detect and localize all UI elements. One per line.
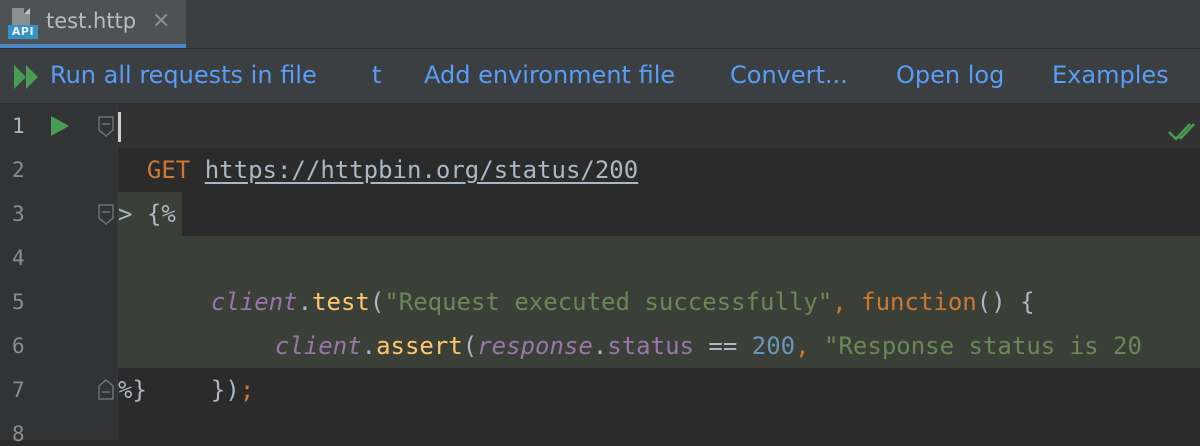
open-log-button[interactable]: Open log [896,61,1004,89]
line-number: 2 [12,158,25,182]
status-number: 200 [751,332,796,360]
line-number: 8 [12,422,25,446]
editor-tab-bar: API test.http ✕ [0,0,1200,49]
tab-title: test.http [46,9,137,33]
line-number: 5 [12,290,25,314]
dot: . [592,332,608,360]
check-icon [1168,123,1195,141]
convert-button[interactable]: Convert... [730,61,848,89]
code-line-3[interactable]: > {% [118,192,176,236]
http-method: GET [146,156,191,184]
code-line-4[interactable]: client.test("Request executed successful… [182,236,1035,316]
response-object: response [477,332,593,360]
code-line-5[interactable]: client.assert(response.status == 200, "R… [246,280,1142,360]
fold-icon[interactable] [97,378,115,400]
assert-message-string: "Response status is 20 [824,332,1142,360]
code-line-7[interactable]: %} [118,368,147,412]
line-number: 4 [12,246,25,270]
active-tab-indicator [0,44,186,48]
fold-icon[interactable] [97,116,115,138]
paren: ( [462,332,478,360]
run-all-requests-button[interactable]: Run all requests in file [50,61,317,89]
fold-icon[interactable] [97,204,115,226]
close-brackets: }) [210,376,240,404]
examples-button[interactable]: Examples [1052,61,1169,89]
tab-test-http[interactable]: API test.http ✕ [0,0,186,48]
line-number: 6 [12,334,25,358]
dot: . [361,332,377,360]
add-environment-file-button[interactable]: Add environment file [424,61,675,89]
api-icon-label: API [8,25,38,39]
http-client-toolbar: Run all requests in file t Add environme… [0,49,1200,104]
semicolon: ; [239,376,255,404]
double-play-icon[interactable] [13,64,41,90]
code-line-1[interactable]: GET https://httpbin.org/status/200 [118,104,638,184]
equality-operator: == [693,332,752,360]
line-number: 3 [12,202,25,226]
assert-function: assert [376,332,463,360]
api-file-icon: API [8,8,38,39]
text-caret [118,112,121,142]
request-url[interactable]: https://httpbin.org/status/200 [205,156,638,184]
status-property: status [607,332,694,360]
client-object: client [274,332,362,360]
t-button[interactable]: t [372,61,381,89]
close-icon[interactable]: ✕ [152,9,170,34]
line-number: 7 [12,378,25,402]
line-number: 1 [12,114,25,138]
code-line-6[interactable]: }); [182,324,254,404]
comma: , [795,332,825,360]
play-icon[interactable] [49,114,71,138]
